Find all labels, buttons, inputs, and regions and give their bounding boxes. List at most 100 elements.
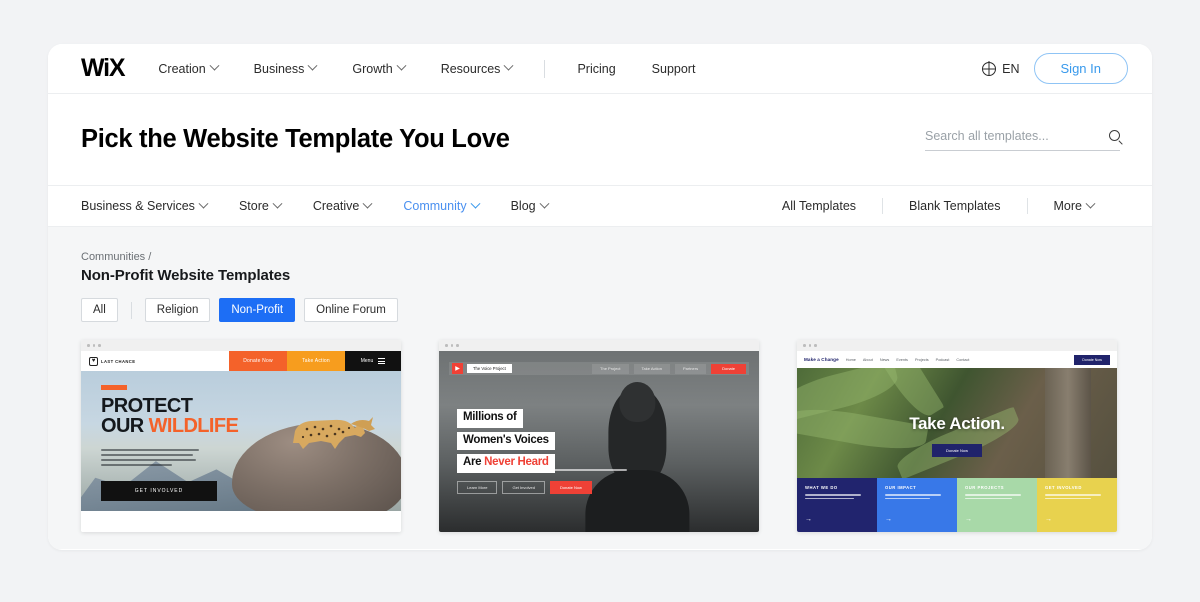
category-bar: Business & Services Store Creative Commu… — [48, 186, 1152, 227]
chrome-dot — [814, 344, 817, 347]
category-creative[interactable]: Creative — [313, 198, 373, 213]
browser-chrome — [797, 340, 1117, 351]
chrome-dot — [803, 344, 806, 347]
section-title: Non-Profit Website Templates — [81, 267, 291, 284]
template-brand: ♥ LAST CHANCE — [81, 351, 229, 371]
top-header: WiX Creation Business Growth Resources P… — [48, 44, 1152, 94]
chevron-down-icon — [272, 198, 283, 209]
nav-item-label: Growth — [352, 61, 393, 76]
heading-line-2: Women's Voices — [457, 431, 555, 450]
template-footer — [81, 511, 401, 532]
woman-illustration — [577, 382, 697, 532]
template-heading: Millions of Women's Voices Are Never Hea… — [457, 409, 555, 473]
template-heading: Take Action. — [909, 414, 1005, 433]
template-navbar: ♥ LAST CHANCE Donate Now Take Action Men… — [81, 351, 401, 371]
link-more[interactable]: More — [1028, 198, 1120, 213]
chevron-down-icon — [362, 198, 373, 209]
tile-title: WHAT WE DO — [805, 485, 838, 490]
category-business-services[interactable]: Business & Services — [81, 198, 209, 213]
template-cta-button: Donate Now — [931, 444, 983, 457]
template-menu-button: Menu — [345, 351, 401, 371]
breadcrumb[interactable]: Communities / — [81, 251, 1119, 263]
template-nav-links: Home About News Events Projects Podcast … — [846, 358, 970, 362]
nav-item-pricing[interactable]: Pricing — [559, 62, 633, 76]
tile-our-projects: OUR PROJECTS → — [957, 478, 1037, 532]
chevron-down-icon — [209, 60, 220, 71]
nav-link: Home — [845, 357, 856, 362]
chevron-down-icon — [307, 60, 318, 71]
category-blog[interactable]: Blog — [511, 198, 550, 213]
sign-in-button[interactable]: Sign In — [1033, 53, 1128, 84]
page-title: Pick the Website Template You Love — [81, 125, 510, 153]
link-blank-templates[interactable]: Blank Templates — [883, 199, 1027, 213]
nav-item-resources[interactable]: Resources — [423, 60, 531, 76]
nav-donate-button: Donate Now — [1074, 354, 1110, 365]
brand-label: LAST CHANCE — [101, 358, 136, 364]
app-window: WiX Creation Business Growth Resources P… — [48, 44, 1152, 550]
category-label: Business & Services — [81, 199, 195, 213]
template-grid: ♥ LAST CHANCE Donate Now Take Action Men… — [81, 340, 1119, 532]
category-community[interactable]: Community — [403, 198, 481, 213]
category-store[interactable]: Store — [238, 198, 283, 213]
filter-chip-non-profit[interactable]: Non-Profit — [219, 298, 296, 322]
category-label: Store — [238, 199, 269, 213]
template-card-take-action[interactable]: Make a Change Home About News Events Pro… — [797, 340, 1117, 532]
filter-chip-online-forum[interactable]: Online Forum — [304, 298, 398, 322]
template-button: Learn More — [457, 481, 498, 494]
nav-donate-button: Donate — [711, 363, 746, 374]
placeholder-paragraph — [101, 449, 199, 469]
nav-divider — [544, 59, 546, 78]
template-card-wildlife[interactable]: ♥ LAST CHANCE Donate Now Take Action Men… — [81, 340, 401, 532]
chrome-dot — [456, 344, 459, 347]
template-hero: PROTECT OUR WILDLIFE GET INVOLVED — [81, 371, 401, 511]
content-area: Communities / Non-Profit Website Templat… — [48, 227, 1152, 549]
heading-accent: WILDLIFE — [148, 414, 239, 437]
search-input[interactable] — [925, 128, 1109, 143]
browser-chrome — [81, 340, 401, 351]
wix-logo[interactable]: WiX — [81, 56, 126, 81]
arrow-right-icon: → — [805, 516, 812, 523]
nav-item-business[interactable]: Business — [236, 60, 335, 76]
nav-link: Partners — [674, 363, 707, 374]
brand-label: The Voice Project — [467, 364, 512, 373]
filter-chip-religion[interactable]: Religion — [144, 298, 211, 322]
template-take-action-button: Take Action — [287, 351, 345, 371]
nav-item-growth[interactable]: Growth — [334, 60, 422, 76]
heading-line-1: Millions of — [457, 409, 523, 428]
nav-item-creation[interactable]: Creation — [158, 60, 235, 76]
browser-chrome — [439, 340, 759, 351]
link-all-templates[interactable]: All Templates — [756, 199, 882, 213]
heart-icon: ♥ — [89, 356, 98, 366]
tile-get-involved: GET INVOLVED → — [1037, 478, 1117, 532]
heading-line-2: OUR — [101, 414, 149, 437]
nav-link: Contact — [956, 357, 970, 362]
tile-what-we-do: WHAT WE DO → — [797, 478, 877, 532]
nav-link: Events — [896, 357, 908, 362]
cheetah-illustration — [293, 417, 375, 449]
nav-item-label: Business — [253, 61, 305, 76]
tile-title: GET INVOLVED — [1045, 485, 1082, 490]
globe-icon — [982, 61, 997, 76]
category-bar-links: All Templates Blank Templates More — [756, 198, 1120, 214]
filter-chip-all[interactable]: All — [81, 298, 118, 322]
chrome-dot — [92, 344, 95, 347]
template-tiles: WHAT WE DO → OUR IMPACT → OUR PROJECTS → — [797, 478, 1117, 532]
search-box[interactable] — [925, 128, 1120, 151]
chrome-dot — [450, 344, 453, 347]
nav-item-support[interactable]: Support — [634, 62, 714, 76]
tile-title: OUR PROJECTS — [965, 485, 1005, 490]
arrow-right-icon: → — [965, 516, 972, 523]
search-icon[interactable] — [1109, 130, 1120, 141]
template-card-voices[interactable]: ▶ The Voice Project The Project Take Act… — [439, 340, 759, 532]
accent-bar — [101, 385, 127, 390]
chevron-down-icon — [1085, 198, 1096, 209]
arrow-right-icon: → — [885, 516, 892, 523]
language-selector[interactable]: EN — [982, 61, 1020, 76]
template-navbar: ▶ The Voice Project The Project Take Act… — [449, 362, 749, 375]
brand-label: Make a Change — [804, 357, 839, 362]
hamburger-icon — [378, 358, 386, 364]
header-actions: EN Sign In — [982, 53, 1128, 84]
category-label: Community — [403, 199, 467, 213]
template-heading: PROTECT OUR WILDLIFE — [101, 396, 239, 437]
brand-logo-icon: ▶ — [452, 363, 463, 374]
